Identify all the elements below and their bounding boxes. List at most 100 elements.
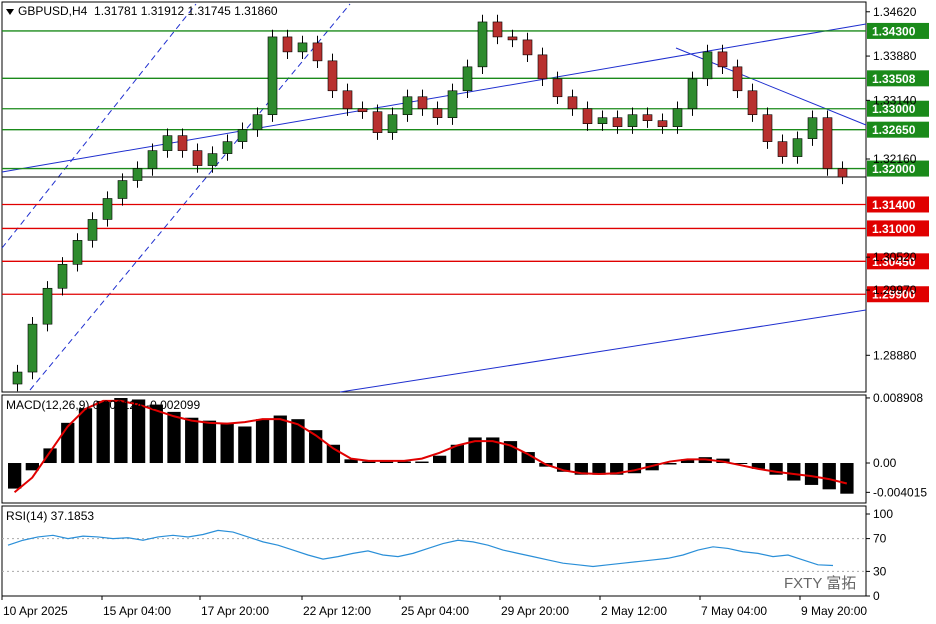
candle-body	[747, 90, 758, 116]
candle-body	[567, 96, 578, 110]
macd-bar	[61, 422, 75, 464]
candle-body	[297, 42, 308, 53]
candle-body	[87, 219, 98, 241]
macd-bar	[804, 463, 819, 485]
candle-body	[267, 36, 278, 116]
macd-bar	[822, 463, 836, 490]
candle-body	[717, 51, 728, 68]
level-label: 1.31400	[872, 198, 916, 212]
time-tick-label: 7 May 04:00	[701, 604, 767, 618]
macd-bar	[238, 426, 252, 464]
candle-body	[237, 129, 248, 142]
candle-body	[387, 114, 398, 133]
candle-body	[162, 135, 173, 151]
candle-body	[282, 36, 293, 53]
candle-body	[687, 78, 698, 110]
macd-label: MACD(12,26,9) 0.000124 -0.002099	[6, 398, 201, 412]
candle-body	[597, 117, 608, 124]
candle-body	[792, 138, 803, 157]
macd-tick-label: -0.004015	[873, 485, 927, 499]
symbol-header[interactable]: GBPUSD,H4 1.31781 1.31912 1.31745 1.3186…	[6, 4, 278, 18]
candle-body	[762, 114, 773, 142]
macd-bar	[273, 415, 287, 464]
candle-body	[522, 39, 533, 56]
symbol-label: GBPUSD,H4	[18, 4, 88, 18]
time-tick-label: 2 May 12:00	[601, 604, 667, 618]
horizontal-levels: 1.343001.335081.330001.326501.320001.314…	[2, 22, 929, 303]
candle-body	[582, 108, 593, 124]
macd-tick-label: 0.00	[873, 456, 897, 470]
macd-tick-label: 0.008908	[873, 391, 923, 405]
macd-bar	[185, 417, 199, 464]
price-tick-label: 1.32160	[873, 152, 917, 166]
macd-bar	[840, 463, 854, 494]
macd-bar	[149, 404, 163, 464]
time-axis: 10 Apr 2025 15 Apr 04:00 17 Apr 20:00 22 Ap…	[1, 596, 867, 618]
candle-body	[342, 90, 353, 110]
candle-body	[402, 96, 413, 116]
candle-body	[447, 90, 458, 119]
candle-body	[702, 51, 713, 80]
trendline-lower-channel	[339, 309, 867, 393]
candle-body	[117, 180, 128, 199]
candle-body	[147, 150, 158, 169]
candles	[12, 14, 848, 392]
macd-bar	[255, 419, 270, 464]
trendline-dashed-b	[29, 3, 351, 391]
candle-body	[252, 114, 263, 130]
candle-body	[72, 240, 83, 265]
time-tick-label: 22 Apr 12:00	[303, 604, 371, 618]
candle-body	[822, 117, 833, 169]
macd-bar	[167, 411, 181, 464]
candle-body	[627, 114, 638, 127]
price-panel-frame	[1, 1, 867, 393]
price-tick-label: 1.34620	[873, 5, 917, 19]
price-tick-label: 1.33880	[873, 49, 917, 63]
candle-body	[432, 108, 443, 119]
level-label: 1.31000	[872, 222, 916, 236]
rsi-tick-label: 70	[873, 532, 887, 546]
candle-body	[477, 21, 488, 68]
candle-body	[357, 108, 368, 113]
candle-body	[462, 66, 473, 92]
candle-body	[222, 141, 233, 154]
time-tick-label: 17 Apr 20:00	[201, 604, 269, 618]
price-tick-label: 1.33140	[873, 93, 917, 107]
candle-body	[372, 111, 383, 133]
macd-bar	[8, 463, 22, 489]
time-tick-label: 15 Apr 04:00	[103, 604, 171, 618]
watermark: FXTY 富拓	[784, 575, 857, 592]
dropdown-arrow-icon[interactable]	[6, 8, 14, 15]
price-axis: 1.34620 1.33880 1.33140 1.32160 1.30520 1.299…	[866, 5, 917, 362]
candle-body	[42, 287, 53, 325]
macd-bar	[787, 463, 801, 481]
level-label: 1.32650	[872, 123, 916, 137]
level-label: 1.33508	[872, 72, 916, 86]
candle-body	[552, 78, 563, 98]
candle-body	[777, 141, 788, 157]
macd-bar	[202, 420, 217, 464]
rsi-line	[7, 529, 834, 568]
candle-body	[27, 323, 38, 373]
rsi-tick-label: 30	[873, 564, 887, 578]
candle-body	[192, 150, 203, 166]
candle-body	[807, 117, 818, 139]
trendline-upper-channel	[1, 23, 867, 173]
candle-body	[132, 168, 143, 181]
time-tick-label: 9 May 20:00	[801, 604, 867, 618]
trendline-dashed-a	[1, 3, 197, 249]
candle-body	[537, 54, 548, 80]
candle-body	[642, 114, 653, 121]
macd-bar	[291, 419, 305, 464]
candle-body	[312, 42, 323, 62]
candle-body	[57, 264, 68, 289]
chart-canvas: 1.343001.335081.330001.326501.320001.314…	[1, 1, 929, 618]
candle-body	[732, 66, 743, 92]
macd-bar	[433, 455, 447, 464]
time-tick-label: 10 Apr 2025	[3, 604, 68, 618]
price-tick-label: 1.28880	[873, 348, 917, 362]
candle-body	[417, 96, 428, 110]
ohlc-values: 1.31781 1.31912 1.31745 1.31860	[94, 4, 278, 18]
candle-body	[177, 135, 188, 151]
candle-body	[657, 120, 668, 127]
